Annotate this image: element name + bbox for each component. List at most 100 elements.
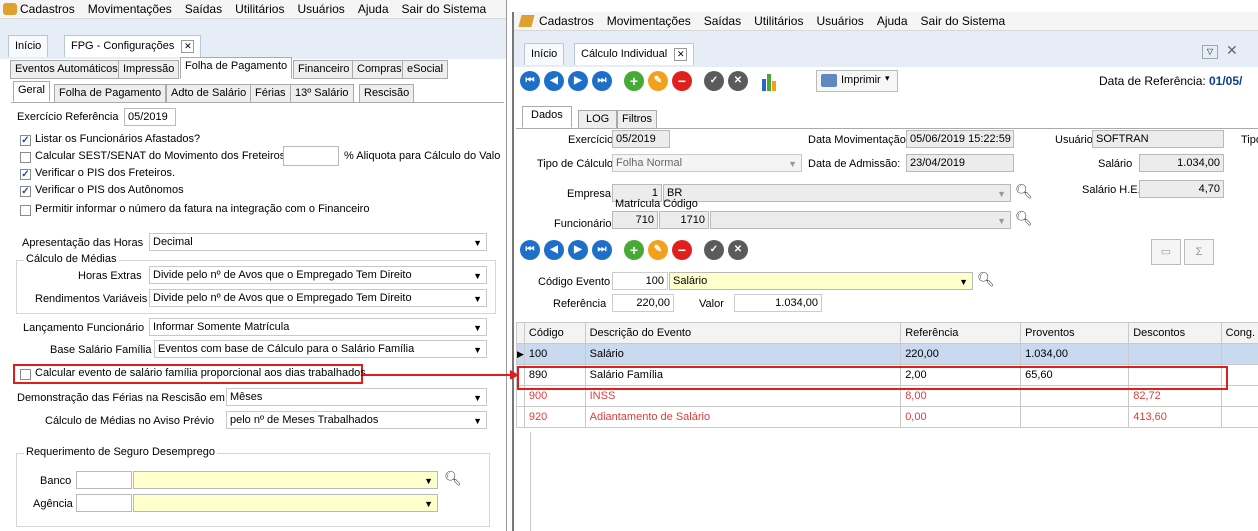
close-icon[interactable]: ✕ <box>181 40 195 53</box>
subtab-geral[interactable]: Geral <box>13 81 50 102</box>
imprimir-button[interactable]: Imprimir ▾ <box>816 70 898 92</box>
tipo-calc-select[interactable]: Folha Normal ▼ <box>612 154 802 172</box>
confirm-icon[interactable]: ✓ <box>704 71 724 91</box>
base-sal-select[interactable]: Eventos com base de Cálculo para o Salár… <box>154 340 487 358</box>
tab-financeiro[interactable]: Financeiro <box>293 60 355 79</box>
agencia-name-input[interactable]: ▼ <box>133 494 438 512</box>
checkbox-pis-freteiros[interactable]: ✓ <box>20 169 31 180</box>
delete-icon[interactable]: − <box>672 71 692 91</box>
subtab-adto-salario[interactable]: Adto de Salário <box>166 84 252 103</box>
calc-aviso-select[interactable]: pelo nº de Meses Trabalhados ▼ <box>226 411 487 429</box>
first-record-icon[interactable]: ⏮ <box>520 71 540 91</box>
menu-saidas[interactable]: Saídas <box>704 12 741 30</box>
next-record-icon[interactable]: ▶ <box>568 71 588 91</box>
subtab-13-salario[interactable]: 13º Salário <box>290 84 354 103</box>
grid-header-referencia[interactable]: Referência <box>900 322 1022 344</box>
referencia-input[interactable]: 220,00 <box>612 294 674 312</box>
search-icon[interactable]: 🔍︎ <box>444 470 462 487</box>
grid-header-descontos[interactable]: Descontos <box>1128 322 1222 344</box>
tab-impressao[interactable]: Impressão <box>118 60 180 79</box>
menu-ajuda[interactable]: Ajuda <box>358 0 389 18</box>
pin-icon[interactable]: ✕ <box>1226 42 1238 59</box>
menu-cadastros[interactable]: Cadastros <box>20 0 75 18</box>
exercicio-input[interactable]: 05/2019 <box>612 130 670 148</box>
menu-sair[interactable]: Sair do Sistema <box>402 0 487 18</box>
subtab-folha-pagamento[interactable]: Folha de Pagamento <box>54 84 167 103</box>
menu-usuarios[interactable]: Usuários <box>816 12 863 30</box>
checkbox-fatura-financeiro[interactable] <box>20 205 31 216</box>
menu-cadastros[interactable]: Cadastros <box>539 12 594 30</box>
valor-input[interactable]: 1.034,00 <box>734 294 822 312</box>
sum-icon[interactable]: Σ <box>1184 239 1214 265</box>
search-icon[interactable]: 🔍︎ <box>977 271 995 288</box>
next-event-icon[interactable]: ▶ <box>568 240 588 260</box>
exercicio-input[interactable]: 05/2019 <box>124 108 176 126</box>
table-row[interactable]: ▶ 100 Salário 220,00 1.034,00 <box>516 343 1258 365</box>
confirm-event-icon[interactable]: ✓ <box>704 240 724 260</box>
menu-sair[interactable]: Sair do Sistema <box>921 12 1006 30</box>
data-adm-input[interactable]: 23/04/2019 <box>906 154 1014 172</box>
tab-inicio[interactable]: Início <box>8 35 49 57</box>
chart-icon[interactable] <box>760 71 782 91</box>
grid-header-proventos[interactable]: Proventos <box>1020 322 1130 344</box>
tab-compras[interactable]: Compras <box>352 60 407 79</box>
previous-record-icon[interactable]: ◀ <box>544 71 564 91</box>
last-event-icon[interactable]: ⏭ <box>592 240 612 260</box>
banco-code-input[interactable] <box>76 471 132 489</box>
search-icon[interactable]: 🔍︎ <box>1015 210 1033 227</box>
subtab-ferias[interactable]: Férias <box>250 84 291 103</box>
last-record-icon[interactable]: ⏭ <box>592 71 612 91</box>
edit-icon[interactable]: ✎ <box>648 71 668 91</box>
codigo-input[interactable]: 1710 <box>659 211 709 229</box>
cancel-event-icon[interactable]: ✕ <box>728 240 748 260</box>
tab-inicio[interactable]: Início <box>524 43 565 65</box>
grid-header-codigo[interactable]: Código <box>523 322 586 344</box>
menu-saidas[interactable]: Saídas <box>185 0 222 18</box>
chevron-down-icon[interactable]: ▽ <box>1202 45 1218 59</box>
checkbox-pis-autonomos[interactable]: ✓ <box>20 186 31 197</box>
grid-header-descricao[interactable]: Descrição do Evento <box>584 322 902 344</box>
agencia-code-input[interactable] <box>76 494 132 512</box>
aliquota-input[interactable] <box>283 146 339 166</box>
tab-folha-pagamento[interactable]: Folha de Pagamento <box>180 57 293 79</box>
menu-utilitarios[interactable]: Utilitários <box>235 0 284 18</box>
horas-extras-select[interactable]: Divide pelo nº de Avos que o Empregado T… <box>149 266 487 284</box>
subtab-dados[interactable]: Dados <box>522 106 572 128</box>
data-mov-input[interactable]: 05/06/2019 15:22:59 <box>906 130 1014 148</box>
demo-ferias-select[interactable]: Mêses ▼ <box>226 388 487 406</box>
first-event-icon[interactable]: ⏮ <box>520 240 540 260</box>
checkbox-sest-senat[interactable] <box>20 152 31 163</box>
calculator-icon[interactable]: ▭ <box>1151 239 1181 265</box>
tab-calculo-individual[interactable]: Cálculo Individual ✕ <box>574 43 695 65</box>
salario-input[interactable]: 1.034,00 <box>1139 154 1224 172</box>
menu-usuarios[interactable]: Usuários <box>297 0 344 18</box>
add-icon[interactable]: + <box>624 71 644 91</box>
menu-utilitarios[interactable]: Utilitários <box>754 12 803 30</box>
funcionario-name-input[interactable]: ▼ <box>710 211 1011 229</box>
tab-esocial[interactable]: eSocial <box>402 60 449 79</box>
apresentacao-select[interactable]: Decimal ▼ <box>149 233 487 251</box>
grid-header-cong[interactable]: Cong. <box>1220 322 1258 344</box>
evento-name-input[interactable]: Salário ▼ <box>669 272 973 290</box>
checkbox-calcular-sal-familia[interactable] <box>20 369 31 380</box>
menu-ajuda[interactable]: Ajuda <box>877 12 908 30</box>
lanc-func-select[interactable]: Informar Somente Matrícula ▼ <box>149 318 487 336</box>
cancel-icon[interactable]: ✕ <box>728 71 748 91</box>
subtab-rescisao[interactable]: Rescisão <box>359 84 415 103</box>
previous-event-icon[interactable]: ◀ <box>544 240 564 260</box>
checkbox-listar-afastados[interactable]: ✓ <box>20 135 31 146</box>
matricula-input[interactable]: 710 <box>612 211 658 229</box>
delete-event-icon[interactable]: − <box>672 240 692 260</box>
empresa-name-input[interactable]: BR ▼ <box>663 184 1011 202</box>
tab-eventos-automaticos[interactable]: Eventos Automáticos <box>10 60 123 79</box>
cod-evento-input[interactable]: 100 <box>612 272 668 290</box>
usuario-input[interactable]: SOFTRAN <box>1092 130 1224 148</box>
subtab-filtros[interactable]: Filtros <box>617 110 657 129</box>
tab-fpg-configuracoes[interactable]: FPG - Configurações ✕ <box>64 35 202 57</box>
table-row[interactable]: 920 Adiantamento de Salário 0,00 413,60 <box>516 406 1258 428</box>
subtab-log[interactable]: LOG <box>578 110 618 129</box>
menu-movimentacoes[interactable]: Movimentações <box>607 12 691 30</box>
close-icon[interactable]: ✕ <box>674 48 688 61</box>
salario-he-input[interactable]: 4,70 <box>1139 180 1224 198</box>
add-event-icon[interactable]: + <box>624 240 644 260</box>
